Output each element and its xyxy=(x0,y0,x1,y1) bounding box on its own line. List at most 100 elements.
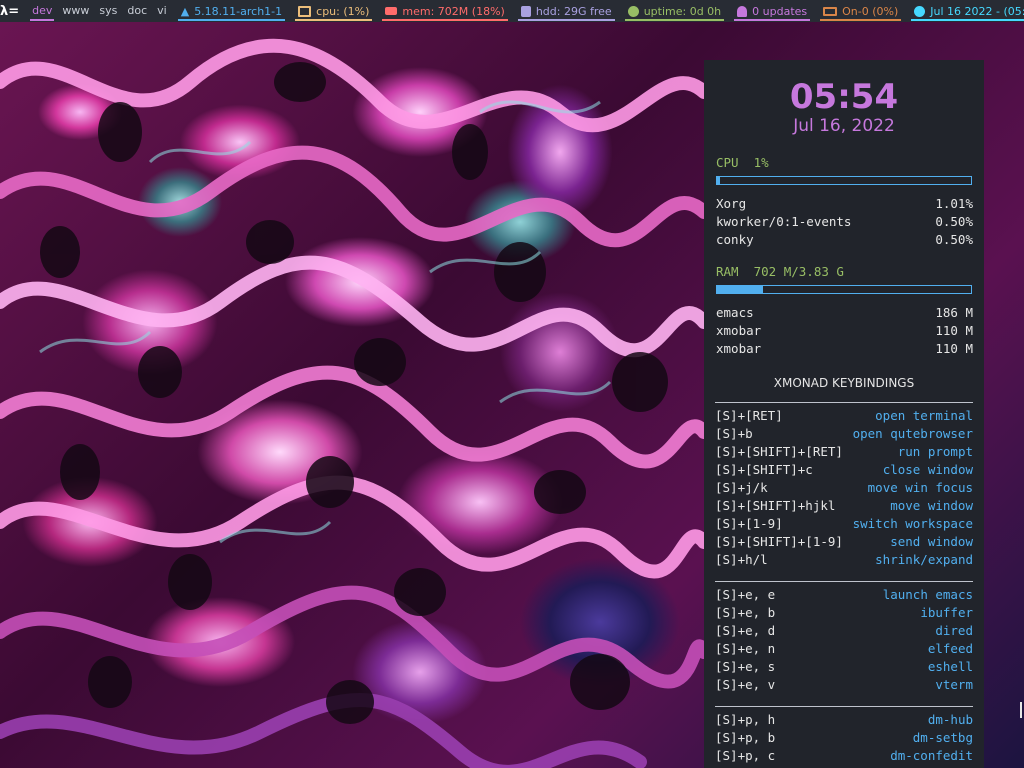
keybinding-key: [S]+[SHIFT]+[RET] xyxy=(715,444,843,459)
keybindings-group-dmscripts: [S]+p, h dm-hub [S]+p, b dm-setbg [S]+p, c dm… xyxy=(704,711,984,765)
cpu-module: cpu: (1%) xyxy=(293,0,374,22)
xmobar-status-bar: λ= dev www sys doc vi ▲ 5.18.11-arch1-1 … xyxy=(0,0,1024,22)
disk-icon xyxy=(520,5,531,17)
process-value: 110 M xyxy=(935,323,973,338)
memory-text: mem: 702M (18%) xyxy=(402,4,505,18)
process-name: conky xyxy=(716,232,754,247)
memory-module: mem: 702M (18%) xyxy=(380,0,509,22)
keybinding-key: [S]+[SHIFT]+hjkl xyxy=(715,498,836,513)
keybinding-action: ibuffer xyxy=(920,605,973,620)
ram-process-list: emacs 186 M xmobar 110 M xmobar 110 M xyxy=(704,304,984,358)
keybinding-key: [S]+[SHIFT]+c xyxy=(715,462,813,477)
clock-text: Jul 16 2022 - (05:54) xyxy=(930,4,1024,18)
cpu-usage-fill xyxy=(717,177,720,184)
process-name: xmobar xyxy=(716,323,762,338)
keybinding-key: [S]+p, b xyxy=(715,730,776,745)
keybinding-key: [S]+e, s xyxy=(715,659,776,674)
keybinding-row: [S]+b open qutebrowser xyxy=(704,425,984,443)
keybinding-row: [S]+p, c dm-confedit xyxy=(704,747,984,765)
workspace-www[interactable]: www xyxy=(57,0,94,22)
workspace-sys[interactable]: sys xyxy=(94,0,122,22)
clock-module: Jul 16 2022 - (05:54) xyxy=(909,0,1024,22)
uptime-text: uptime: 0d 0h xyxy=(643,4,722,18)
cpu-process-row: Xorg 1.01% xyxy=(704,195,984,213)
memory-icon xyxy=(385,7,398,15)
hdd-text: hdd: 29G free xyxy=(535,4,612,18)
penguin-icon: ▲ xyxy=(180,4,190,18)
keybindings-title: XMONAD KEYBINDINGS xyxy=(773,376,915,390)
keybinding-action: move window xyxy=(890,498,973,513)
keybinding-row: [S]+p, h dm-hub xyxy=(704,711,984,729)
keybinding-action: run prompt xyxy=(897,444,973,459)
keybinding-action: open terminal xyxy=(875,408,973,423)
process-name: kworker/0:1-events xyxy=(716,214,852,229)
process-name: emacs xyxy=(716,305,754,320)
keybinding-action: shrink/expand xyxy=(875,552,973,567)
uptime-module: uptime: 0d 0h xyxy=(623,0,726,22)
arrow-up-icon xyxy=(627,5,639,17)
keybinding-action: elfeed xyxy=(927,641,973,656)
kernel-module: ▲ 5.18.11-arch1-1 xyxy=(176,0,287,22)
keybinding-action: move win focus xyxy=(867,480,973,495)
process-value: 0.50% xyxy=(935,232,973,247)
process-value: 0.50% xyxy=(935,214,973,229)
battery-module: On-0 (0%) xyxy=(818,0,903,22)
keybinding-row: [S]+e, d dired xyxy=(704,622,984,640)
cpu-process-row: kworker/0:1-events 0.50% xyxy=(704,213,984,231)
keybinding-action: send window xyxy=(890,534,973,549)
cpu-usage-bar xyxy=(716,176,972,185)
keybinding-row: [S]+[1-9] switch workspace xyxy=(704,515,984,533)
keybinding-key: [S]+h/l xyxy=(715,552,768,567)
keybinding-key: [S]+e, e xyxy=(715,587,776,602)
workspace-dev[interactable]: dev xyxy=(27,0,57,22)
keybinding-key: [S]+p, h xyxy=(715,712,776,727)
updates-module: 0 updates xyxy=(732,0,812,22)
keybinding-action: dm-hub xyxy=(927,712,973,727)
keybinding-action: switch workspace xyxy=(852,516,973,531)
keybinding-action: vterm xyxy=(935,677,973,692)
keybinding-row: [S]+e, n elfeed xyxy=(704,640,984,658)
keybinding-row: [S]+e, v vterm xyxy=(704,676,984,694)
battery-icon xyxy=(823,6,838,16)
keybinding-key: [S]+[RET] xyxy=(715,408,783,423)
cpu-process-row: conky 0.50% xyxy=(704,231,984,249)
cpu-text: cpu: (1%) xyxy=(316,4,370,18)
keybinding-row: [S]+[SHIFT]+[RET] run prompt xyxy=(704,443,984,461)
process-name: xmobar xyxy=(716,341,762,356)
workspace-doc[interactable]: doc xyxy=(122,0,152,22)
divider xyxy=(715,581,973,582)
conky-date: Jul 16, 2022 xyxy=(793,116,895,136)
cpu-heading: CPU 1% xyxy=(716,155,769,170)
keybindings-group-emacs: [S]+e, e launch emacs [S]+e, b ibuffer [S]+e… xyxy=(704,586,984,694)
process-value: 1.01% xyxy=(935,196,973,211)
keybinding-row: [S]+j/k move win focus xyxy=(704,479,984,497)
keybindings-group-window: [S]+[RET] open terminal [S]+b open qutebrow… xyxy=(704,407,984,569)
keybinding-key: [S]+e, v xyxy=(715,677,776,692)
ram-process-row: xmobar 110 M xyxy=(704,322,984,340)
process-name: Xorg xyxy=(716,196,747,211)
keybinding-action: open qutebrowser xyxy=(852,426,973,441)
keybinding-key: [S]+j/k xyxy=(715,480,768,495)
keybinding-key: [S]+p, c xyxy=(715,748,776,763)
keybinding-row: [S]+[SHIFT]+[1-9] send window xyxy=(704,533,984,551)
ram-usage-bar xyxy=(716,285,972,294)
hdd-module: hdd: 29G free xyxy=(516,0,617,22)
haskell-logo-icon[interactable]: λ= xyxy=(0,0,19,22)
keybinding-key: [S]+b xyxy=(715,426,753,441)
process-value: 186 M xyxy=(935,305,973,320)
keybinding-row: [S]+e, s eshell xyxy=(704,658,984,676)
keybinding-action: dired xyxy=(935,623,973,638)
keybinding-row: [S]+p, b dm-setbg xyxy=(704,729,984,747)
cpu-process-list: Xorg 1.01% kworker/0:1-events 0.50% conky 0… xyxy=(704,195,984,249)
bell-icon xyxy=(737,5,748,17)
monitor-icon xyxy=(298,5,312,17)
ram-process-row: emacs 186 M xyxy=(704,304,984,322)
keybinding-row: [S]+h/l shrink/expand xyxy=(704,551,984,569)
keybinding-action: eshell xyxy=(927,659,973,674)
keybinding-row: [S]+[RET] open terminal xyxy=(704,407,984,425)
keybinding-key: [S]+e, n xyxy=(715,641,776,656)
keybinding-row: [S]+e, e launch emacs xyxy=(704,586,984,604)
workspace-vi[interactable]: vi xyxy=(152,0,172,22)
mouse-cursor xyxy=(1020,702,1022,718)
keybinding-row: [S]+e, b ibuffer xyxy=(704,604,984,622)
